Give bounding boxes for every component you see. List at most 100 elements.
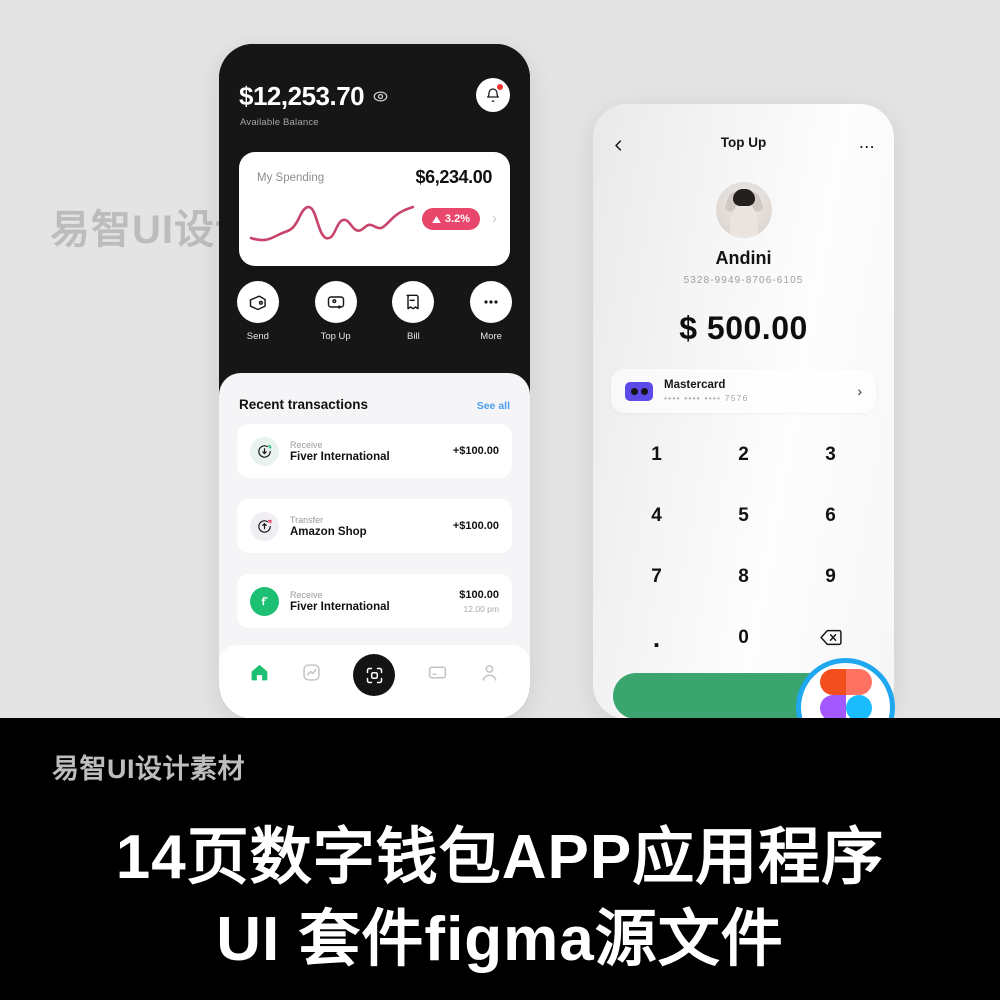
recent-transactions-header: Recent transactions See all bbox=[219, 373, 530, 412]
eye-icon[interactable] bbox=[373, 89, 388, 104]
transaction-list: Receive Fiver International +$100.00 Tra… bbox=[219, 424, 530, 628]
back-button[interactable] bbox=[611, 138, 626, 156]
spending-change-value: 3.2% bbox=[444, 213, 470, 225]
recent-transactions-title: Recent transactions bbox=[239, 397, 369, 412]
chevron-left-icon bbox=[615, 140, 622, 151]
numeric-keypad: 1 2 3 4 5 6 7 8 9 . 0 bbox=[613, 433, 874, 660]
page-title: Top Up bbox=[720, 134, 767, 150]
transaction-right: +$100.00 bbox=[453, 520, 499, 532]
banner-brand: 易智UI设计素材 bbox=[52, 754, 245, 784]
card-plus-icon bbox=[327, 296, 344, 309]
quick-action-more-label: More bbox=[480, 331, 502, 342]
balance-amount: $12,253.70 bbox=[239, 81, 365, 111]
balance-row: $12,253.70 bbox=[239, 81, 388, 112]
keypad-key-1[interactable]: 1 bbox=[613, 433, 700, 477]
wallet-send-icon bbox=[249, 295, 266, 311]
banner-headline-line1: 14页数字钱包APP应用程序 bbox=[115, 823, 885, 892]
keypad-key-6[interactable]: 6 bbox=[787, 494, 874, 538]
payment-method-info: Mastercard •••• •••• •••• 7576 bbox=[664, 379, 857, 403]
quick-action-bill-circle bbox=[392, 281, 435, 323]
recipient-card-number: 5328-9949-8706-6105 bbox=[683, 275, 804, 286]
transaction-name: Fiver International bbox=[290, 450, 390, 463]
nav-item-cards[interactable] bbox=[427, 662, 448, 688]
keypad-key-4[interactable]: 4 bbox=[613, 494, 700, 538]
chart-icon bbox=[303, 664, 320, 681]
quick-actions-row: Send Top Up Bill More bbox=[219, 281, 530, 342]
nav-item-profile[interactable] bbox=[479, 662, 500, 688]
transaction-type: Receive bbox=[290, 439, 323, 450]
transaction-info: Transfer Amazon Shop bbox=[290, 515, 453, 538]
keypad-key-5[interactable]: 5 bbox=[700, 494, 787, 538]
spending-label: My Spending bbox=[257, 171, 325, 184]
person-icon bbox=[482, 665, 497, 681]
nav-item-stats[interactable] bbox=[301, 662, 322, 688]
more-dots-icon[interactable]: ⋯ bbox=[859, 140, 876, 156]
banner-headline-line2: UI 套件figma源文件 bbox=[216, 905, 784, 974]
bottom-navigation bbox=[219, 645, 530, 718]
transaction-name: Amazon Shop bbox=[290, 525, 367, 538]
transfer-arrow-icon bbox=[250, 511, 279, 541]
avatar-hair bbox=[732, 189, 755, 206]
more-dots-icon bbox=[484, 300, 498, 304]
keypad-key-decimal[interactable]: . bbox=[613, 616, 700, 660]
notification-button[interactable] bbox=[476, 78, 510, 112]
receive-arrow-icon bbox=[250, 436, 279, 466]
nav-item-scan[interactable] bbox=[353, 654, 396, 696]
table-row[interactable]: Receive Fiver International $100.00 12.0… bbox=[237, 574, 512, 628]
phone-home-screen: $12,253.70 Available Balance My Spending… bbox=[219, 44, 530, 718]
spending-amount: $6,234.00 bbox=[415, 167, 493, 187]
table-row[interactable]: Receive Fiver International +$100.00 bbox=[237, 424, 512, 478]
dark-header-section: $12,253.70 Available Balance My Spending… bbox=[219, 44, 530, 373]
payment-method-row[interactable]: Mastercard •••• •••• •••• 7576 › bbox=[611, 369, 876, 413]
quick-action-more-circle bbox=[470, 281, 513, 323]
transaction-type: Receive bbox=[290, 589, 323, 600]
spending-change-badge: 3.2% bbox=[421, 208, 480, 230]
keypad-key-9[interactable]: 9 bbox=[787, 555, 874, 599]
spending-card-body: 3.2% › bbox=[239, 188, 510, 254]
triangle-up-icon bbox=[432, 215, 441, 223]
fiverr-icon bbox=[250, 586, 279, 616]
keypad-key-backspace[interactable] bbox=[787, 616, 874, 660]
keypad-key-0[interactable]: 0 bbox=[700, 616, 787, 660]
promo-banner: 易智UI设计素材 14页数字钱包APP应用程序 UI 套件figma源文件 bbox=[0, 718, 1000, 1000]
quick-action-send[interactable]: Send bbox=[229, 281, 287, 342]
home-icon bbox=[251, 664, 268, 681]
see-all-link[interactable]: See all bbox=[477, 400, 510, 412]
transaction-type: Transfer bbox=[290, 514, 324, 525]
phone-topup-screen: Top Up ⋯ Andini 5328-9949-8706-6105 $ 50… bbox=[593, 104, 894, 718]
notification-badge bbox=[496, 83, 504, 91]
quick-action-topup-label: Top Up bbox=[320, 331, 351, 342]
quick-action-bill-label: Bill bbox=[407, 331, 420, 342]
keypad-key-7[interactable]: 7 bbox=[613, 555, 700, 599]
topup-amount: $ 500.00 bbox=[679, 310, 808, 346]
spending-card[interactable]: My Spending $6,234.00 3.2% › bbox=[239, 152, 510, 266]
chevron-right-icon[interactable]: › bbox=[492, 211, 497, 226]
mastercard-icon bbox=[625, 381, 653, 401]
backspace-icon bbox=[819, 630, 842, 646]
card-icon bbox=[428, 666, 446, 679]
qr-scan-icon bbox=[366, 667, 383, 683]
mastercard-dot-right bbox=[640, 387, 648, 395]
quick-action-topup[interactable]: Top Up bbox=[307, 281, 365, 342]
quick-action-more[interactable]: More bbox=[462, 281, 520, 342]
spending-sparkline-chart bbox=[249, 205, 415, 242]
topup-header: Top Up ⋯ bbox=[593, 104, 894, 164]
spending-card-header: My Spending $6,234.00 bbox=[239, 152, 510, 188]
payment-method-masked: •••• •••• •••• 7576 bbox=[664, 393, 749, 403]
quick-action-topup-circle bbox=[314, 281, 357, 323]
keypad-key-2[interactable]: 2 bbox=[700, 433, 787, 477]
figma-logo-shapes bbox=[819, 668, 872, 718]
table-row[interactable]: Transfer Amazon Shop +$100.00 bbox=[237, 499, 512, 553]
nav-item-home[interactable] bbox=[249, 662, 270, 688]
avatar-body bbox=[729, 209, 758, 238]
transaction-amount: $100.00 bbox=[459, 588, 499, 601]
keypad-key-8[interactable]: 8 bbox=[700, 555, 787, 599]
keypad-key-3[interactable]: 3 bbox=[787, 433, 874, 477]
quick-action-bill[interactable]: Bill bbox=[384, 281, 442, 342]
transaction-time: 12.00 pm bbox=[463, 603, 499, 614]
bill-icon bbox=[406, 294, 420, 310]
quick-action-send-circle bbox=[236, 281, 279, 323]
payment-method-name: Mastercard bbox=[664, 379, 726, 391]
chevron-right-icon[interactable]: › bbox=[857, 383, 862, 399]
recipient-name: Andini bbox=[715, 248, 772, 268]
